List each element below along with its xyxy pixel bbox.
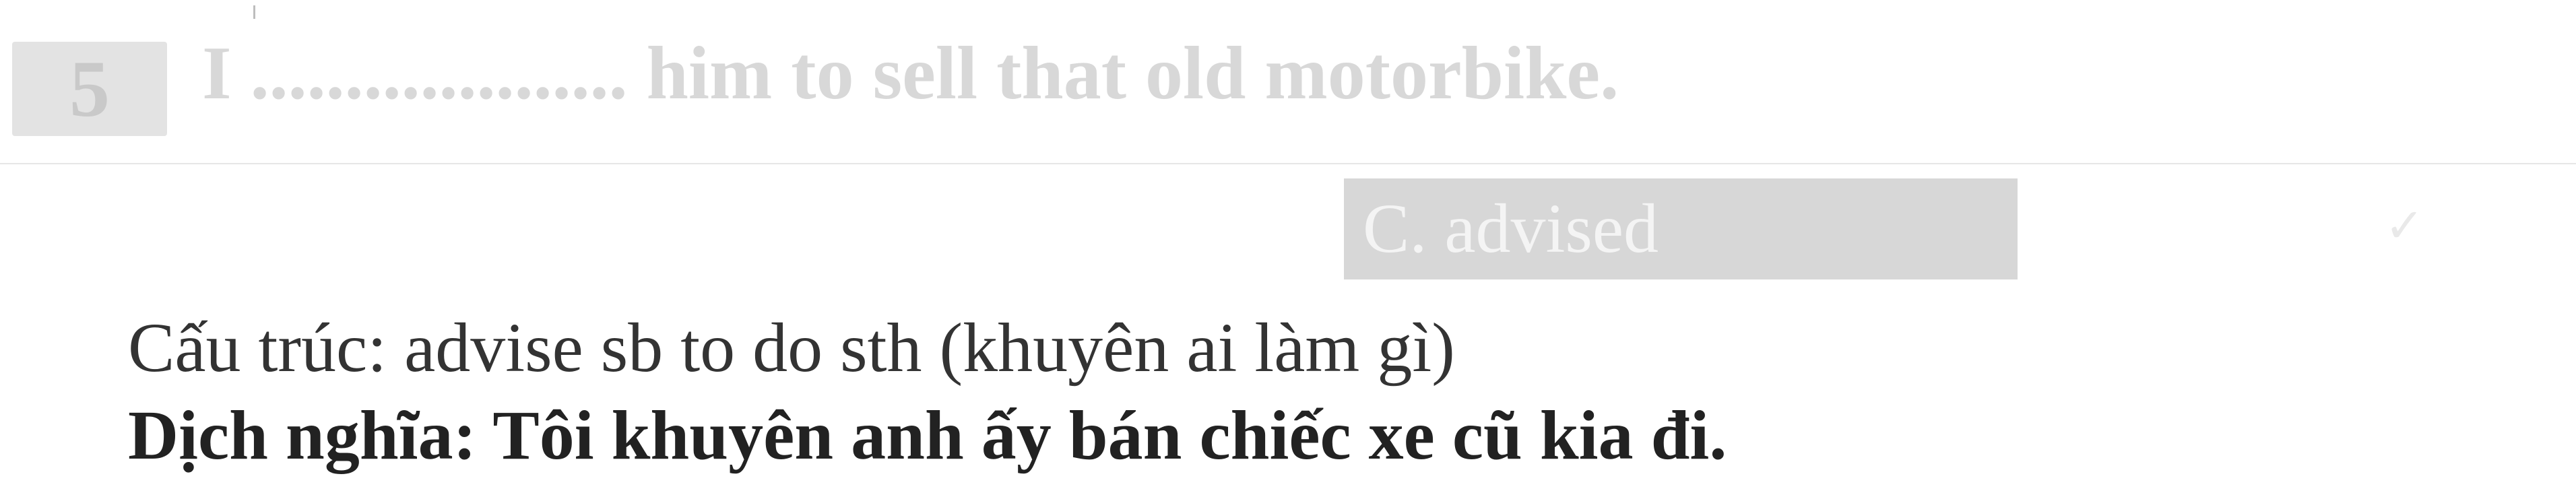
question-text: I .................... him to sell that … [202, 32, 1619, 115]
divider [0, 163, 2576, 164]
answer-label: C. advised [1363, 190, 1659, 267]
answer-option-c[interactable]: C. advised [1344, 178, 2018, 279]
explanation-structure: Cấu trúc: advise sb to do sth (khuyên ai… [128, 309, 1455, 387]
tick-mark [253, 5, 255, 19]
correct-check-icon: ✓ [2385, 198, 2424, 253]
explanation-translation: Dịch nghĩa: Tôi khuyên anh ấy bán chiếc … [128, 397, 1727, 474]
question-number-badge: 5 [12, 42, 167, 136]
question-number: 5 [69, 44, 110, 133]
